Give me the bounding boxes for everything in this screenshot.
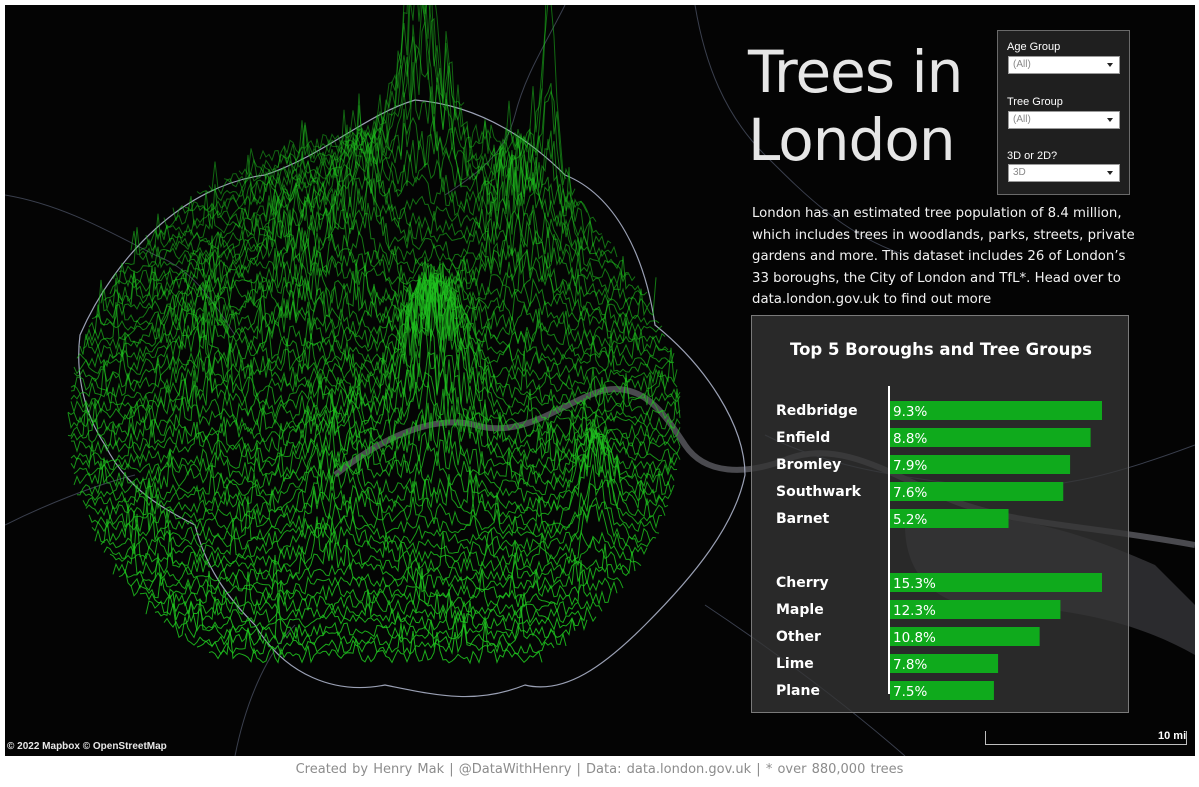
scale-bar	[985, 731, 1187, 745]
density-ridgeline	[112, 516, 636, 577]
category-label: Plane	[776, 683, 820, 699]
density-ridgeline	[238, 5, 510, 177]
top5-panel: Top 5 Boroughs and Tree Groups Redbridge…	[751, 315, 1129, 713]
density-ridgeline	[208, 622, 543, 665]
value-label: 15.3%	[893, 576, 936, 592]
category-label: Cherry	[776, 575, 829, 591]
value-label: 5.2%	[893, 512, 927, 528]
category-label: Southwark	[776, 484, 862, 500]
value-label: 10.8%	[893, 630, 936, 646]
density-ridgeline	[95, 245, 657, 320]
tree-group-value: (All)	[1013, 114, 1031, 125]
map-attribution[interactable]: © 2022 Mapbox © OpenStreetMap	[7, 741, 167, 752]
density-ridgeline	[208, 21, 543, 196]
age-group-label: Age Group	[1007, 41, 1061, 53]
age-group-value: (All)	[1013, 59, 1031, 70]
value-label: 7.8%	[893, 657, 927, 673]
chevron-down-icon	[1107, 171, 1113, 175]
category-label: Barnet	[776, 511, 829, 527]
chevron-down-icon	[1107, 118, 1113, 122]
value-label: 7.6%	[893, 485, 927, 501]
dimension-dropdown[interactable]: 3D	[1008, 164, 1120, 182]
density-ridgeline	[124, 543, 624, 592]
category-label: Lime	[776, 656, 814, 672]
density-ridgeline	[145, 568, 603, 617]
filter-panel: Age Group (All) Tree Group (All) 3D or 2…	[997, 30, 1130, 195]
category-label: Enfield	[776, 430, 830, 446]
bar-charts-svg: Redbridge 9.3% Enfield 8.8% Bromley 7.9% South…	[776, 386, 1102, 700]
footer-credits: Created by Henry Mak | @DataWithHenry | …	[295, 762, 904, 777]
value-label: 12.3%	[893, 603, 936, 619]
category-label: Redbridge	[776, 403, 858, 419]
description-text: London has an estimated tree population …	[752, 206, 1135, 308]
page-title: Trees in London	[748, 38, 963, 174]
scale-label: 10 mi	[1158, 730, 1187, 742]
title-line-2: London	[748, 106, 956, 174]
dimension-value: 3D	[1013, 167, 1026, 178]
value-label: 9.3%	[893, 404, 927, 420]
value-label: 8.8%	[893, 431, 927, 447]
density-ridgeline	[94, 479, 657, 544]
category-label: Bromley	[776, 457, 841, 473]
tree-group-label: Tree Group	[1007, 96, 1063, 108]
tree-group-dropdown[interactable]: (All)	[1008, 111, 1120, 129]
road-line	[5, 194, 236, 336]
value-label: 7.9%	[893, 458, 927, 474]
value-label: 7.5%	[893, 684, 927, 700]
category-label: Other	[776, 629, 821, 645]
age-group-dropdown[interactable]: (All)	[1008, 56, 1120, 74]
dimension-label: 3D or 2D?	[1007, 150, 1058, 162]
chevron-down-icon	[1107, 63, 1113, 67]
dashboard: Trees in London London has an estimated …	[0, 0, 1199, 787]
category-label: Maple	[776, 602, 824, 618]
title-line-1: Trees in	[748, 38, 963, 106]
